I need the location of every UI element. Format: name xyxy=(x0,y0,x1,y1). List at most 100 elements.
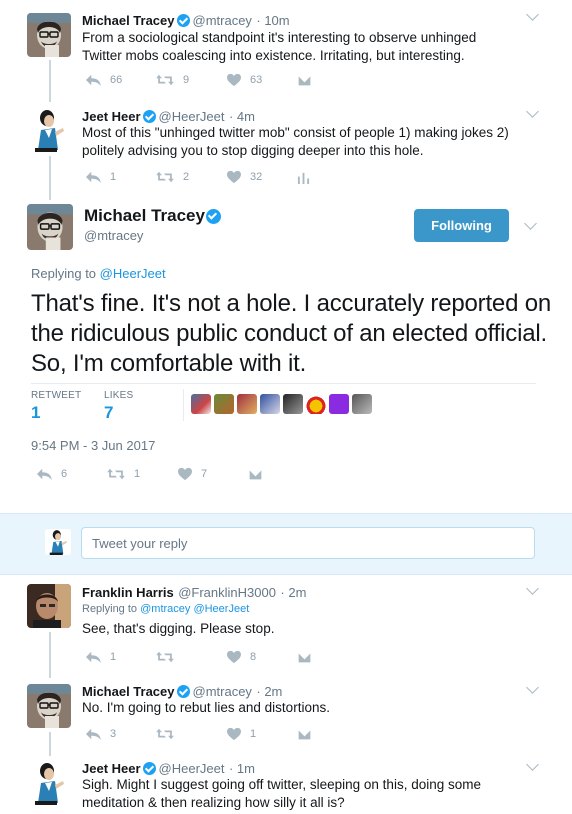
tweet-header: Franklin Harris @FranklinH3000 · 2m xyxy=(82,584,306,602)
verified-badge-icon xyxy=(176,685,190,698)
tweet-text: Most of this "unhinged twitter mob" cons… xyxy=(82,125,509,158)
reply-button[interactable]: 6 xyxy=(35,467,106,481)
tweet-time[interactable]: · 1m xyxy=(229,761,255,776)
like-button[interactable]: 1 xyxy=(226,727,297,741)
tweet-timestamp[interactable]: 9:54 PM - 3 Jun 2017 xyxy=(31,438,155,453)
tweet-time[interactable]: · 4m xyxy=(229,109,255,124)
thread-line xyxy=(49,156,51,200)
like-button[interactable]: 7 xyxy=(177,467,248,481)
author-name[interactable]: Jeet Heer xyxy=(82,109,141,124)
retweet-count: 2 xyxy=(183,171,190,183)
author-handle[interactable]: @mtracey xyxy=(193,13,252,28)
avatar[interactable] xyxy=(27,108,71,152)
author-name[interactable]: Jeet Heer xyxy=(82,761,141,776)
chevron-down-icon[interactable] xyxy=(524,217,537,230)
reply-icon xyxy=(84,170,102,184)
like-button[interactable]: 8 xyxy=(226,650,297,664)
heart-icon xyxy=(226,650,242,664)
chevron-down-icon[interactable] xyxy=(526,105,539,118)
reply-input-placeholder: Tweet your reply xyxy=(92,536,188,551)
like-button[interactable]: 32 xyxy=(226,170,297,184)
tweet-actions: 66 9 63 xyxy=(84,73,368,87)
author-handle[interactable]: @mtracey xyxy=(193,684,252,699)
chevron-down-icon[interactable] xyxy=(526,8,539,21)
liker-avatar[interactable] xyxy=(306,394,326,414)
tweet-time[interactable]: · 10m xyxy=(256,13,289,28)
likes-value: 7 xyxy=(104,403,114,422)
reply-count: 3 xyxy=(110,728,117,740)
likes-stat[interactable]: LIKES 7 xyxy=(104,390,133,423)
author-name[interactable]: Franklin Harris xyxy=(82,585,174,600)
replying-to-link[interactable]: @mtracey @HeerJeet xyxy=(140,603,249,615)
liker-avatar[interactable] xyxy=(329,394,349,414)
thread-line xyxy=(49,732,51,756)
heart-icon xyxy=(226,727,242,741)
liker-avatar[interactable] xyxy=(214,394,234,414)
retweets-label: RETWEET xyxy=(31,390,82,401)
liker-avatar[interactable] xyxy=(260,394,280,414)
chevron-down-icon[interactable] xyxy=(526,758,539,771)
verified-badge-icon xyxy=(176,14,190,27)
retweet-button[interactable]: 1 xyxy=(106,467,177,481)
avatar[interactable] xyxy=(27,584,71,628)
retweet-icon xyxy=(106,467,126,481)
tweet-actions: 3 1 xyxy=(84,727,368,741)
reply-button[interactable]: 66 xyxy=(84,73,155,87)
retweet-button[interactable] xyxy=(155,650,226,664)
tweet-actions: 1 8 xyxy=(84,650,368,664)
replying-to-link[interactable]: @HeerJeet xyxy=(100,266,166,281)
reply-button[interactable]: 3 xyxy=(84,727,155,741)
analytics-button[interactable] xyxy=(297,171,368,184)
chevron-down-icon[interactable] xyxy=(526,681,539,694)
divider xyxy=(31,383,536,384)
retweet-button[interactable] xyxy=(155,727,226,741)
avatar[interactable] xyxy=(27,684,71,728)
direct-message-button[interactable] xyxy=(297,74,368,87)
tweet-time[interactable]: · 2m xyxy=(280,585,306,600)
like-count: 32 xyxy=(250,171,263,183)
retweets-stat[interactable]: RETWEET 1 xyxy=(31,390,81,423)
envelope-icon xyxy=(297,651,312,664)
liker-avatar[interactable] xyxy=(283,394,303,414)
like-count: 7 xyxy=(201,468,208,480)
liker-avatars xyxy=(191,394,372,414)
heart-icon xyxy=(177,467,193,481)
reply-button[interactable]: 1 xyxy=(84,650,155,664)
liker-avatar[interactable] xyxy=(191,394,211,414)
following-button[interactable]: Following xyxy=(414,209,509,242)
direct-message-button[interactable] xyxy=(297,728,368,741)
replying-prefix: Replying to xyxy=(31,266,97,281)
main-author-handle[interactable]: @mtracey xyxy=(84,228,143,243)
chevron-down-icon[interactable] xyxy=(526,582,539,595)
avatar[interactable] xyxy=(27,761,71,805)
retweet-button[interactable]: 2 xyxy=(155,170,226,184)
author-handle[interactable]: @HeerJeet xyxy=(159,109,225,124)
tweet-text: From a sociological standpoint it's inte… xyxy=(82,30,477,63)
thread-line xyxy=(49,60,51,102)
retweet-button[interactable]: 9 xyxy=(155,73,226,87)
reply-count: 1 xyxy=(110,171,117,183)
reply-button[interactable]: 1 xyxy=(84,170,155,184)
author-name[interactable]: Michael Tracey xyxy=(82,684,175,699)
liker-avatar[interactable] xyxy=(352,394,372,414)
direct-message-button[interactable] xyxy=(297,651,368,664)
main-author-name[interactable]: Michael Tracey xyxy=(84,206,205,226)
heart-icon xyxy=(226,170,242,184)
avatar[interactable] xyxy=(27,13,71,57)
tweet-time[interactable]: · 2m xyxy=(256,684,282,699)
envelope-icon xyxy=(248,468,263,481)
avatar[interactable] xyxy=(27,204,73,250)
likes-label: LIKES xyxy=(104,390,134,401)
retweet-icon xyxy=(155,73,175,87)
direct-message-button[interactable] xyxy=(248,468,319,481)
author-handle[interactable]: @FranklinH3000 xyxy=(178,585,276,600)
author-name[interactable]: Michael Tracey xyxy=(82,13,175,28)
liker-avatar[interactable] xyxy=(237,394,257,414)
like-count: 63 xyxy=(250,74,263,86)
reply-input[interactable]: Tweet your reply xyxy=(81,527,535,559)
my-avatar[interactable] xyxy=(45,529,71,555)
like-button[interactable]: 63 xyxy=(226,73,297,87)
author-handle[interactable]: @HeerJeet xyxy=(159,761,225,776)
reply-icon xyxy=(84,650,102,664)
replying-to: Replying to @mtracey @HeerJeet xyxy=(82,603,249,615)
